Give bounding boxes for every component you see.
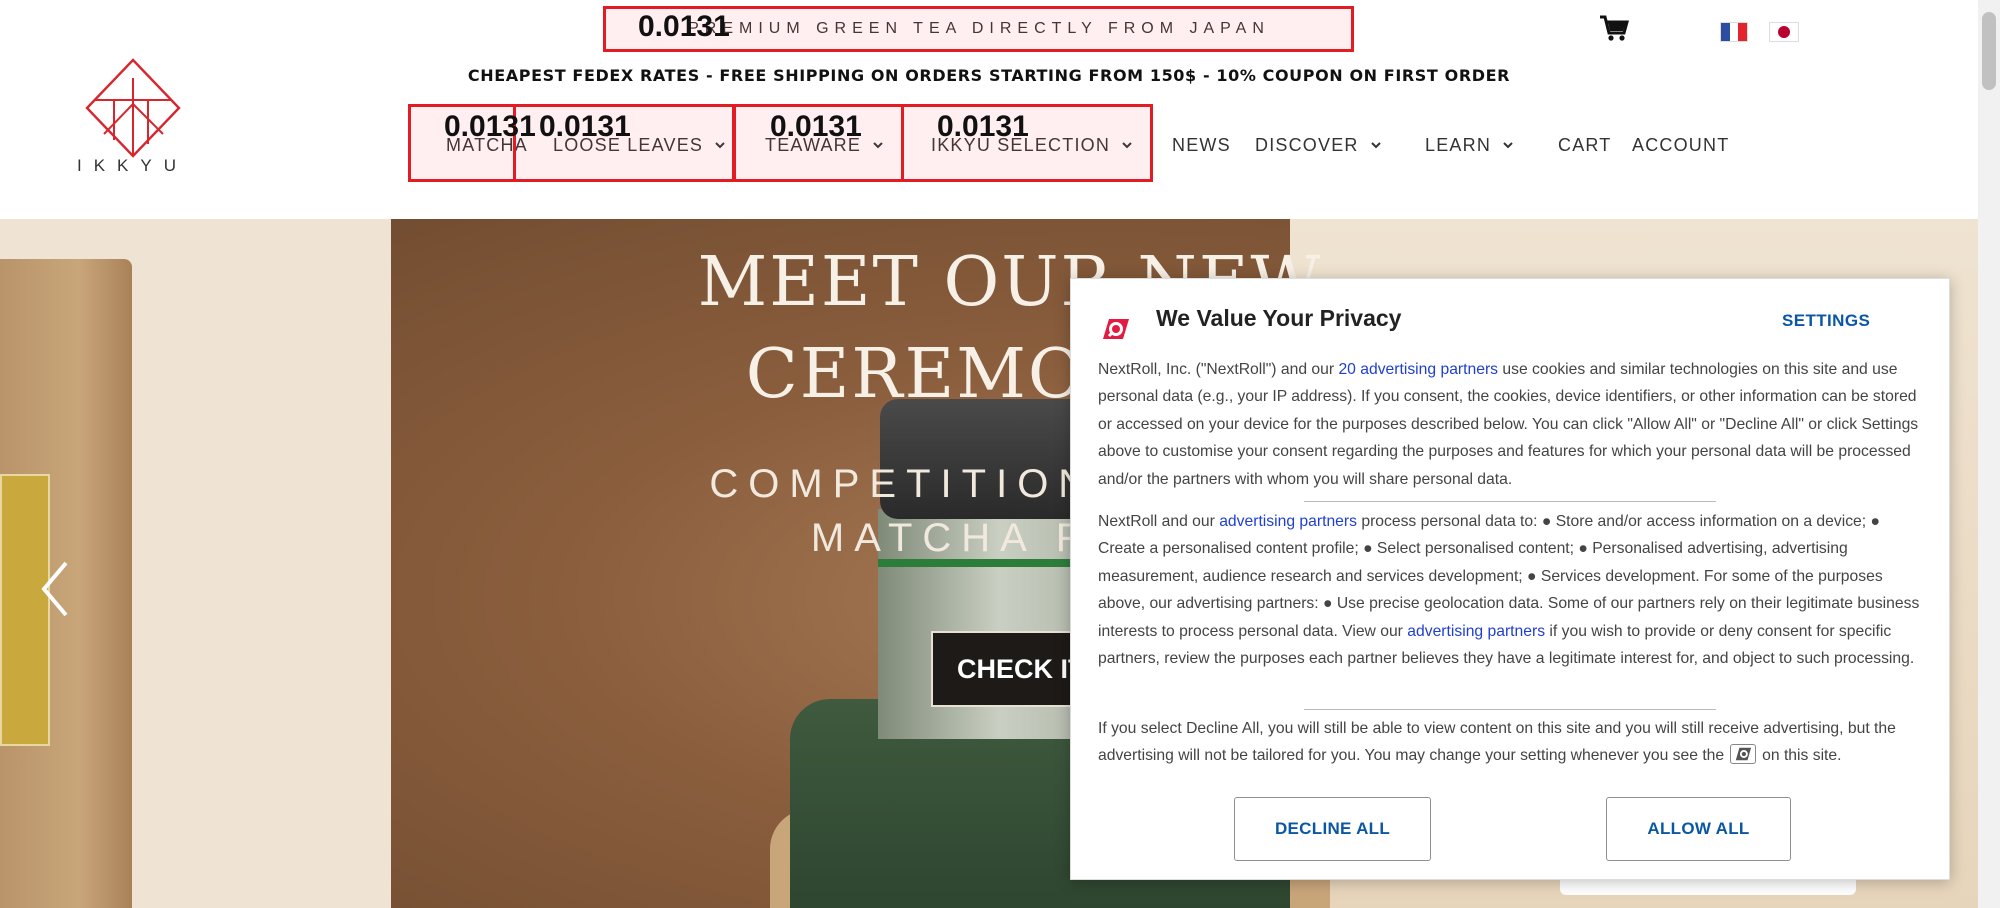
consent-divider — [1304, 709, 1716, 710]
nav-learn-label: LEARN — [1425, 134, 1492, 155]
shipping-banner: CHEAPEST FEDEX RATES - FREE SHIPPING ON … — [467, 66, 1511, 85]
consent-p2-pre: NextRoll and our — [1098, 513, 1220, 530]
nav-learn[interactable]: LEARN — [1425, 130, 1513, 160]
nav-discover[interactable]: DISCOVER — [1255, 130, 1381, 160]
overlay-label-loose-leaves: 0.0131 — [539, 110, 631, 143]
consent-paragraph-3: If you select Decline All, you will stil… — [1098, 715, 1928, 770]
allow-all-button[interactable]: ALLOW ALL — [1606, 797, 1791, 861]
decline-all-button[interactable]: DECLINE ALL — [1234, 797, 1431, 861]
chevron-down-icon — [1370, 142, 1381, 149]
nextroll-icon — [1103, 319, 1129, 339]
consent-p3-post: on this site. — [1762, 747, 1842, 765]
nav-account-label: ACCOUNT — [1632, 134, 1730, 155]
privacy-consent-dialog: We Value Your Privacy SETTINGS NextRoll,… — [1070, 278, 1950, 880]
chevron-left-icon[interactable] — [38, 559, 72, 619]
consent-paragraph-1: NextRoll, Inc. ("NextRoll") and our 20 a… — [1098, 356, 1928, 493]
nav-account[interactable]: ACCOUNT — [1632, 130, 1729, 160]
consent-p1-post: use cookies and similar technologies on … — [1098, 361, 1919, 488]
nextroll-icon — [1730, 744, 1757, 765]
consent-paragraph-2: NextRoll and our advertising partners pr… — [1098, 508, 1928, 672]
consent-p2-mid: process personal data to: ● Store and/or… — [1098, 513, 1920, 640]
nav-cart[interactable]: CART — [1558, 130, 1611, 160]
overlay-label-ikkyu-selection: 0.0131 — [937, 110, 1029, 143]
nav-discover-label: DISCOVER — [1255, 134, 1359, 155]
overlay-label-teaware: 0.0131 — [770, 110, 862, 143]
chevron-down-icon — [1503, 142, 1513, 149]
consent-settings-link[interactable]: SETTINGS — [1782, 311, 1870, 331]
consent-divider — [1304, 501, 1716, 502]
nav-cart-label: CART — [1558, 134, 1612, 155]
consent-p1-pre: NextRoll, Inc. ("NextRoll") and our — [1098, 361, 1339, 378]
cart-icon[interactable] — [1599, 14, 1629, 42]
nav-news-label: NEWS — [1172, 134, 1231, 155]
overlay-label-matcha: 0.0131 — [444, 110, 536, 143]
overlay-label-topline: 0.0131 — [638, 10, 730, 43]
flag-france-icon[interactable] — [1720, 22, 1748, 42]
scrollbar-thumb[interactable] — [1982, 12, 1996, 90]
site-header: PREMIUM GREEN TEA DIRECTLY FROM JAPAN CH… — [0, 0, 1978, 219]
advertising-partners-link[interactable]: advertising partners — [1219, 513, 1357, 530]
consent-title: We Value Your Privacy — [1156, 305, 1402, 331]
nav-news[interactable]: NEWS — [1172, 130, 1231, 160]
advertising-partners-link-2[interactable]: advertising partners — [1407, 623, 1545, 640]
advertising-partners-count-link[interactable]: 20 advertising partners — [1338, 361, 1498, 378]
logo-wordmark: IKKYU — [76, 156, 189, 175]
flag-japan-icon[interactable] — [1769, 22, 1799, 42]
page-scrollbar[interactable] — [1978, 0, 2000, 908]
